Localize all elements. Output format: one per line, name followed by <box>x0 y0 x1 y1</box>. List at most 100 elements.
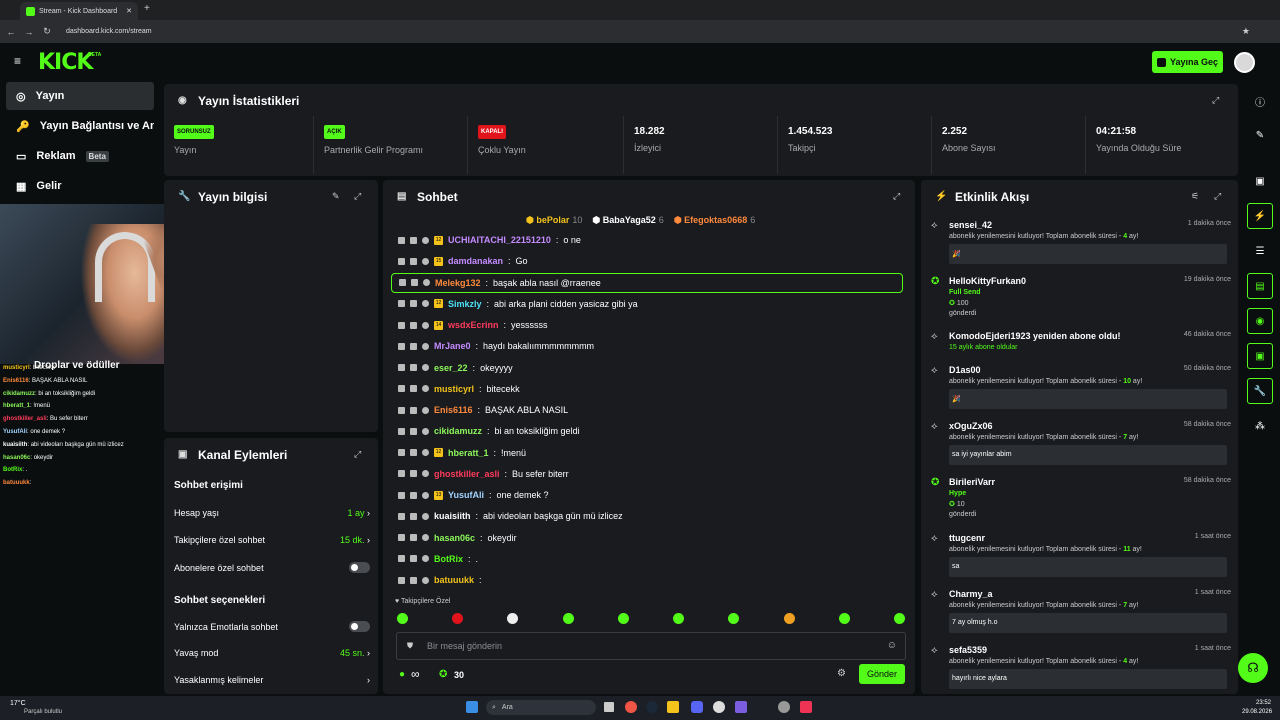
account-age-row[interactable]: Hesap yaşı 1 ay › <box>174 508 370 518</box>
chat-message[interactable]: eser_22: okeyyyy <box>391 358 903 378</box>
ban-icon[interactable] <box>422 257 429 265</box>
chat-username[interactable]: damdanakan <box>448 256 503 266</box>
discord-icon[interactable] <box>691 701 703 713</box>
settings-gear-icon[interactable]: ⚙ <box>837 668 846 679</box>
sidebar-item-ads[interactable]: ▭ Reklam Beta <box>6 142 154 170</box>
chat-username[interactable]: batuuukk <box>434 575 474 585</box>
expand-icon[interactable]: ⤢ <box>1212 95 1219 106</box>
sidebar-item-stream[interactable]: ◎ Yayın <box>6 82 154 110</box>
ban-icon[interactable] <box>422 512 429 520</box>
expand-icon[interactable]: ⤢ <box>354 449 361 460</box>
emote-icon[interactable] <box>673 613 685 624</box>
chat-message[interactable]: cikidamuzz: bi an toksikliğim geldi <box>391 421 903 441</box>
ban-icon[interactable] <box>422 427 429 435</box>
chat-message[interactable]: MrJane0: haydı bakalıımmmmmmmm <box>391 336 903 356</box>
activity-item[interactable]: ⟡ D1as00 50 dakika önce abonelik yenilemesi… <box>931 365 1231 409</box>
chat-username[interactable]: eser_22 <box>434 363 468 373</box>
timeout-icon[interactable] <box>410 385 417 393</box>
ban-icon[interactable] <box>422 470 429 478</box>
start-icon[interactable] <box>466 701 478 713</box>
emote-icon[interactable] <box>507 613 519 624</box>
timeout-icon[interactable] <box>410 555 417 563</box>
chat-message[interactable]: 13 YusufAli: one demek ? <box>391 485 903 505</box>
wrench-icon[interactable]: 🔧 <box>1247 378 1273 404</box>
ban-icon[interactable] <box>422 342 429 350</box>
ban-icon[interactable] <box>422 406 429 414</box>
expand-icon[interactable]: ⤢ <box>354 191 361 202</box>
delete-icon[interactable] <box>398 470 405 478</box>
taskbar-search[interactable]: ⌕ Ara <box>486 700 596 715</box>
chat-message[interactable]: hasan06c: okeydir <box>391 528 903 548</box>
chat-message[interactable]: 12 hberatt_1: !menü <box>391 443 903 463</box>
expand-icon[interactable]: ⤢ <box>893 191 900 202</box>
timeout-icon[interactable] <box>410 491 417 499</box>
avatar[interactable] <box>1234 52 1255 73</box>
go-live-button[interactable]: Yayına Geç <box>1152 51 1223 73</box>
chat-username[interactable]: kuaisiith <box>434 511 471 521</box>
edit-icon[interactable]: ✎ <box>332 191 340 202</box>
delete-icon[interactable] <box>398 449 405 456</box>
ban-icon[interactable] <box>422 491 429 499</box>
chat-message[interactable]: Melekg132: başak abla nasıl @rraenee <box>391 272 903 293</box>
delete-icon[interactable] <box>398 491 405 499</box>
delete-icon[interactable] <box>398 406 405 414</box>
emote-icon[interactable] <box>728 613 740 624</box>
list-icon[interactable]: ☰ <box>1247 238 1273 264</box>
ban-icon[interactable] <box>422 236 429 244</box>
chat-username[interactable]: BotRix <box>434 554 463 564</box>
chat-username[interactable]: Simkzly <box>448 299 482 309</box>
browser-tab[interactable]: Stream - Kick Dashboard ✕ <box>20 2 138 20</box>
timeout-icon[interactable] <box>410 470 417 478</box>
delete-icon[interactable] <box>398 512 405 520</box>
emote-icon[interactable] <box>397 613 408 624</box>
activity-item[interactable]: ⟡ Charmy_a 1 saat önce abonelik yenilemesin… <box>931 589 1231 633</box>
timeout-icon[interactable] <box>410 449 417 456</box>
steam-icon[interactable] <box>646 701 658 713</box>
delete-icon[interactable] <box>398 342 405 350</box>
chat-message[interactable]: 12 Simkzly: abi arka plani cidden yasicaz … <box>391 294 903 314</box>
lightning-icon[interactable]: ⚡ <box>1247 203 1273 229</box>
activity-item[interactable]: ⟡ sefa5359 1 saat önce abonelik yenilemesin… <box>931 645 1231 689</box>
kick-logo[interactable]: KICK <box>38 50 93 75</box>
timeout-icon[interactable] <box>411 279 418 286</box>
broadcast-icon[interactable]: ◉ <box>1247 308 1273 334</box>
back-icon[interactable]: ← <box>4 27 18 37</box>
chat-username[interactable]: wsdxEcrinn <box>448 320 499 330</box>
top-gifter[interactable]: ⬢ Efegoktas0668 6 <box>674 215 755 226</box>
emote-icon[interactable] <box>838 613 850 624</box>
timeout-icon[interactable] <box>410 406 417 414</box>
top-gifter[interactable]: ⬢ bePolar 10 <box>526 215 582 226</box>
obs-icon[interactable] <box>713 701 725 713</box>
chrome-icon[interactable] <box>625 701 637 713</box>
ban-icon[interactable] <box>423 279 430 286</box>
app-icon[interactable] <box>800 701 812 713</box>
chat-message[interactable]: BotRix:. <box>391 549 903 569</box>
timeout-icon[interactable] <box>410 342 417 350</box>
task-view-icon[interactable] <box>604 702 614 712</box>
ban-icon[interactable] <box>422 449 429 456</box>
menu-icon[interactable]: ≡ <box>14 55 25 67</box>
chat-username[interactable]: YusufAli <box>448 490 484 500</box>
sidebar-item-revenue[interactable]: ▦ Gelir <box>6 172 154 200</box>
delete-icon[interactable] <box>398 576 405 584</box>
bookmark-star-icon[interactable]: ★ <box>1242 26 1250 37</box>
timeout-icon[interactable] <box>410 300 417 308</box>
chat-username[interactable]: hberatt_1 <box>448 448 489 458</box>
slow-mode-row[interactable]: Yavaş mod 45 sn. › <box>174 648 370 658</box>
activity-item[interactable]: ⟡ xOguZx06 58 dakika önce abonelik yenileme… <box>931 421 1231 465</box>
chat-username[interactable]: cikidamuzz <box>434 426 482 436</box>
timeout-icon[interactable] <box>410 321 417 329</box>
reload-icon[interactable]: ↻ <box>40 26 54 37</box>
chat-message[interactable]: musticyrl: bitecekk <box>391 379 903 399</box>
chat-username[interactable]: Melekg132 <box>435 278 481 288</box>
emote-icon[interactable] <box>562 613 574 624</box>
weather-temp[interactable]: 17°C <box>10 700 26 707</box>
delete-icon[interactable] <box>398 385 405 393</box>
info-icon[interactable]: ⓘ <box>1247 88 1273 114</box>
chat-message[interactable]: 12 UCHIAITACHI_22151210: o ne <box>391 230 903 250</box>
new-tab-icon[interactable]: + <box>144 3 150 14</box>
ban-icon[interactable] <box>422 300 429 308</box>
chat-username[interactable]: MrJane0 <box>434 341 471 351</box>
activity-item[interactable]: ⟡ ttugcenr 1 saat önce abonelik yenilemesin… <box>931 533 1231 577</box>
filter-icon[interactable]: ⚟ <box>1191 191 1199 202</box>
